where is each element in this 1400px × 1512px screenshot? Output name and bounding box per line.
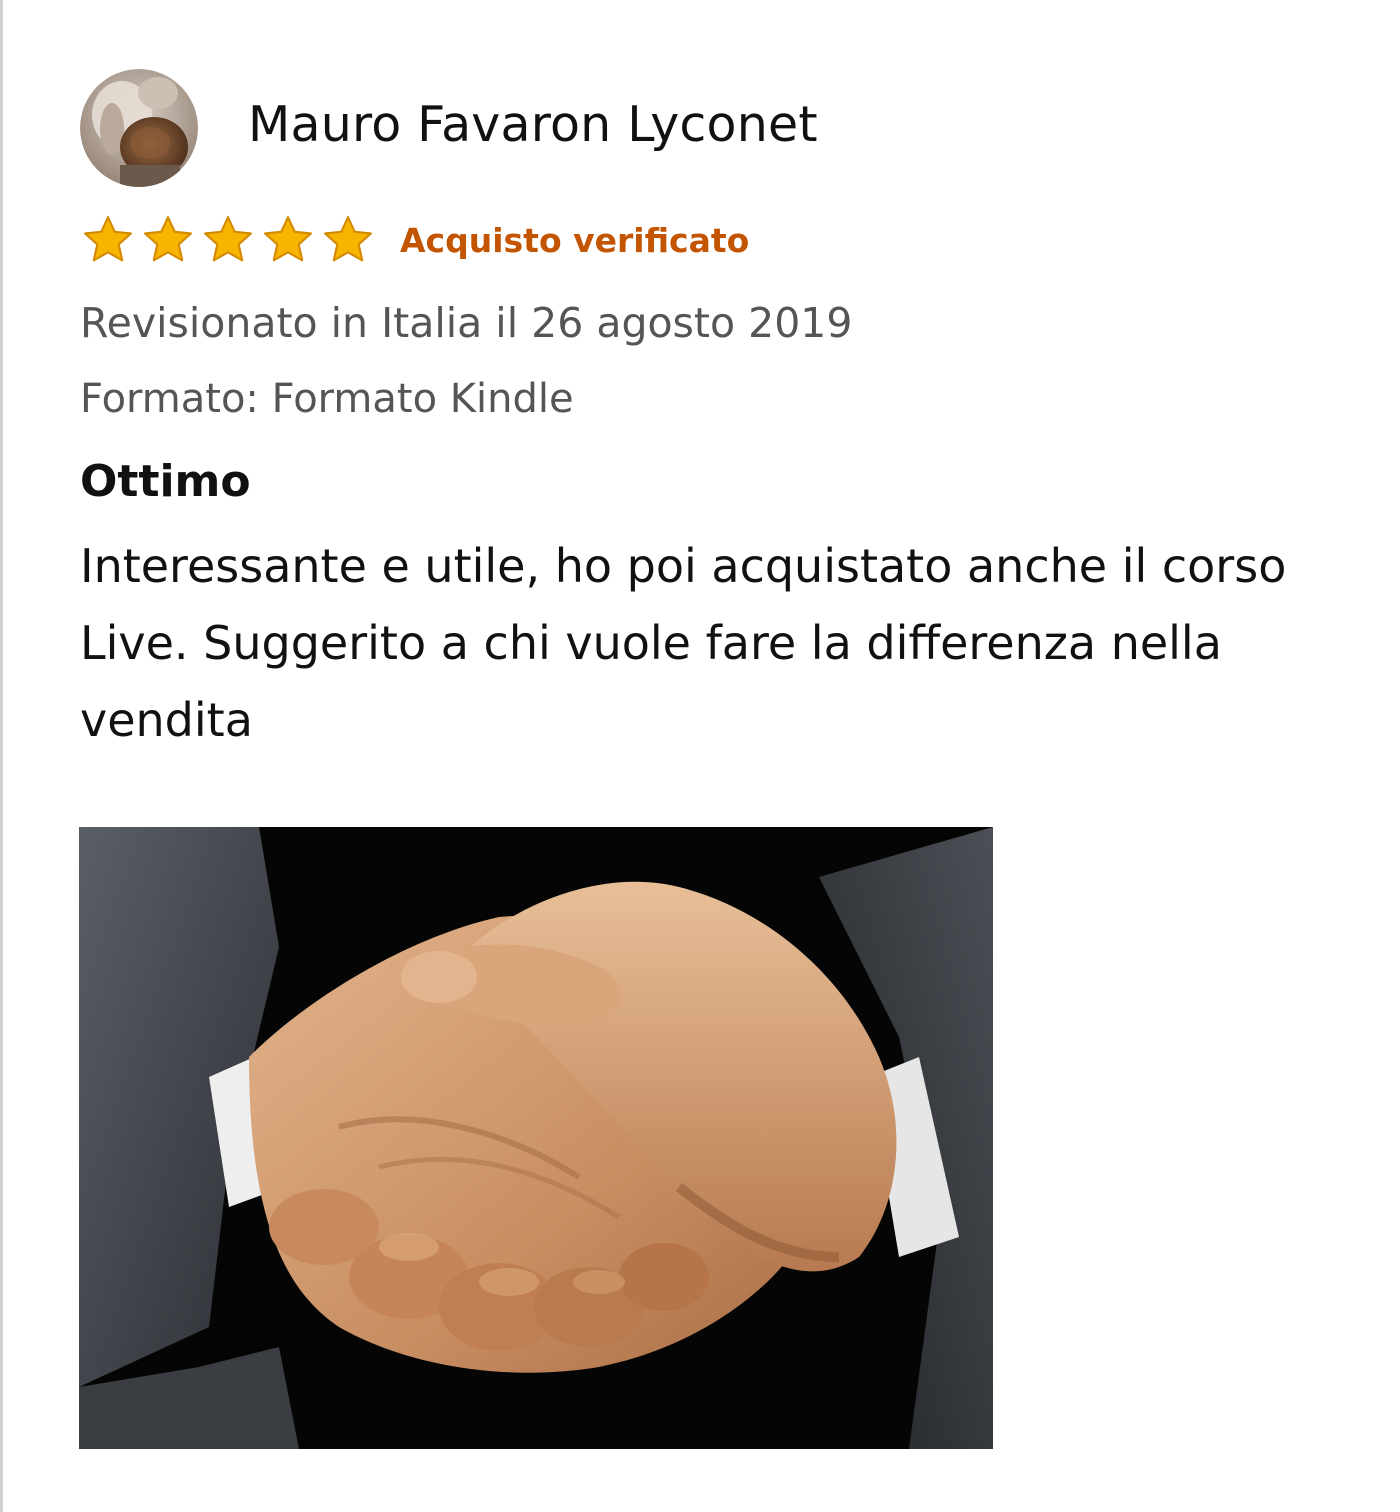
handshake-image (79, 827, 993, 1449)
verified-purchase-badge: Acquisto verificato (400, 220, 750, 260)
star-icon (144, 216, 192, 262)
star-icon (84, 216, 132, 262)
star-rating[interactable] (80, 212, 380, 268)
left-divider (0, 0, 3, 1512)
star-icon (264, 216, 312, 262)
reviewer-name[interactable]: Mauro Favaron Lyconet (248, 95, 818, 155)
avatar-image (80, 69, 198, 187)
reviewer-avatar[interactable] (80, 69, 198, 187)
star-icon (204, 216, 252, 262)
review-title: Ottimo (80, 456, 251, 507)
review-body: Interessante e utile, ho poi acquistato … (80, 539, 1287, 747)
review-image[interactable] (79, 827, 993, 1449)
review-card: Mauro Favaron Lyconet Acquisto verificat… (80, 68, 1360, 759)
reviewer-profile[interactable]: Mauro Favaron Lyconet (80, 68, 1360, 188)
rating-row: Acquisto verificato (80, 210, 1360, 270)
review-format: Formato: Formato Kindle (80, 376, 574, 422)
star-icon (324, 216, 372, 262)
review-date: Revisionato in Italia il 26 agosto 2019 (80, 299, 853, 347)
